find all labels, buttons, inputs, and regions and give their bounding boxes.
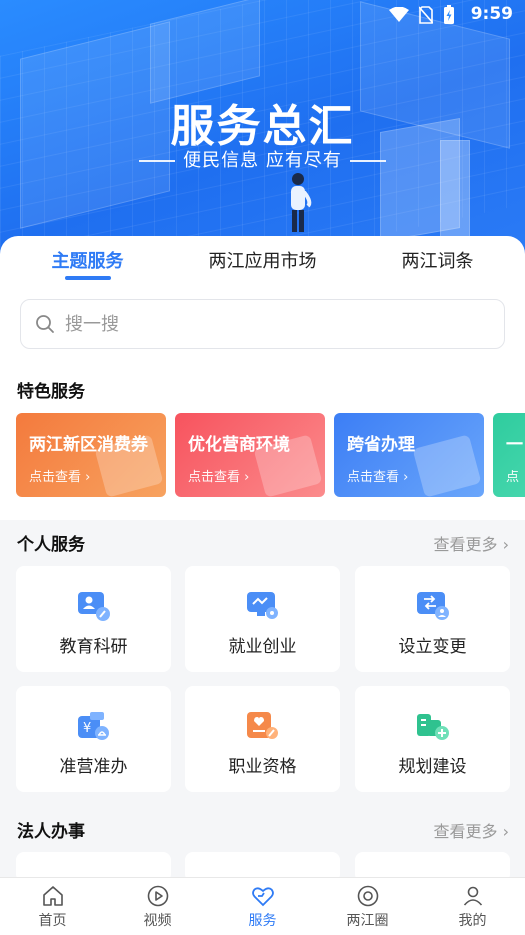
- nav-video[interactable]: 视频: [105, 878, 210, 935]
- wifi-icon: [389, 7, 409, 22]
- registration-change-icon: [417, 592, 449, 620]
- hero-title: 服务总汇: [170, 101, 355, 152]
- status-bar: 9:59: [0, 0, 525, 30]
- service-heart-icon: [251, 887, 274, 907]
- nav-liangjiang-circle[interactable]: 两江圈: [315, 878, 420, 935]
- nav-service[interactable]: 服务: [210, 878, 315, 935]
- feature-card-title: 两江新区消费券: [29, 435, 148, 455]
- hero-banner: 9:59 服务总汇 便民信息 应有尽有: [0, 0, 525, 260]
- employment-icon: [247, 592, 278, 619]
- hero-subtitle: 便民信息 应有尽有: [0, 146, 525, 172]
- tab-liangjiang-glossary[interactable]: 两江词条: [350, 236, 525, 282]
- legal-services-title: 法人办事: [17, 822, 85, 842]
- profile-icon: [463, 886, 482, 906]
- battery-charging-icon: [444, 5, 454, 24]
- qualification-icon: [247, 712, 278, 739]
- service-business-permit[interactable]: ¥ 准营准办: [16, 686, 171, 792]
- feature-card-title: 跨省办理: [347, 435, 415, 455]
- planning-construction-icon: [417, 714, 449, 740]
- service-registration-change[interactable]: 设立变更: [355, 566, 510, 672]
- person-illustration: [291, 173, 312, 232]
- search-icon: [36, 315, 54, 333]
- service-education[interactable]: 教育科研: [16, 566, 171, 672]
- feature-card-link: 点击查看 ›: [188, 470, 250, 485]
- feature-card-link: 点击查看 ›: [29, 470, 91, 485]
- education-icon: [78, 592, 110, 621]
- nav-label: 两江圈: [346, 913, 389, 929]
- service-label: 准营准办: [59, 757, 128, 777]
- service-label: 教育科研: [59, 637, 128, 657]
- search-input[interactable]: [65, 313, 465, 335]
- service-qualification[interactable]: 职业资格: [185, 686, 340, 792]
- featured-cards: 两江新区消费券 点击查看 › 优化营商环境 点击查看 › 跨省办理 点击查看 ›…: [16, 413, 525, 497]
- svg-text:¥: ¥: [83, 721, 91, 736]
- nav-label: 服务: [248, 913, 277, 929]
- home-icon: [42, 886, 63, 906]
- service-planning-construction[interactable]: 规划建设: [355, 686, 510, 792]
- service-employment[interactable]: 就业创业: [185, 566, 340, 672]
- bottom-nav: 首页 视频 服务 两江圈 我的: [0, 877, 525, 935]
- feature-card-cross-province[interactable]: 跨省办理 点击查看 ›: [334, 413, 484, 497]
- business-permit-icon: ¥: [78, 712, 109, 740]
- feature-card-consumption-voucher[interactable]: 两江新区消费券 点击查看 ›: [16, 413, 166, 497]
- service-label: 职业资格: [228, 757, 297, 777]
- nav-label: 视频: [143, 913, 172, 929]
- tab-theme-services[interactable]: 主题服务: [0, 236, 175, 282]
- nav-label: 我的: [458, 913, 487, 929]
- personal-more-link[interactable]: 查看更多 ›: [434, 531, 510, 555]
- legal-more-link[interactable]: 查看更多 ›: [434, 818, 510, 842]
- personal-services-title: 个人服务: [17, 535, 85, 555]
- no-sim-icon: [419, 6, 433, 24]
- service-label: 规划建设: [398, 757, 467, 777]
- feature-card-link: 点击查看 ›: [347, 470, 409, 485]
- search-bar[interactable]: [20, 299, 505, 349]
- feature-card-partial[interactable]: 一 点: [493, 413, 525, 497]
- service-tabs: 主题服务 两江应用市场 两江词条: [0, 236, 525, 282]
- nav-home[interactable]: 首页: [0, 878, 105, 935]
- status-time: 9:59: [470, 4, 513, 24]
- nav-label: 首页: [38, 913, 67, 929]
- feature-card-title: 一: [506, 435, 523, 455]
- hero-subtitle-text: 便民信息 应有尽有: [183, 150, 342, 171]
- nav-profile[interactable]: 我的: [420, 878, 525, 935]
- feature-card-business-environment[interactable]: 优化营商环境 点击查看 ›: [175, 413, 325, 497]
- video-icon: [147, 885, 168, 907]
- circle-chat-icon: [357, 885, 378, 907]
- service-label: 就业创业: [228, 637, 297, 657]
- featured-section-title: 特色服务: [17, 382, 85, 402]
- tab-liangjiang-app-market[interactable]: 两江应用市场: [175, 236, 350, 282]
- feature-card-title: 优化营商环境: [188, 435, 290, 455]
- feature-card-link: 点: [506, 470, 520, 485]
- service-label: 设立变更: [398, 637, 467, 657]
